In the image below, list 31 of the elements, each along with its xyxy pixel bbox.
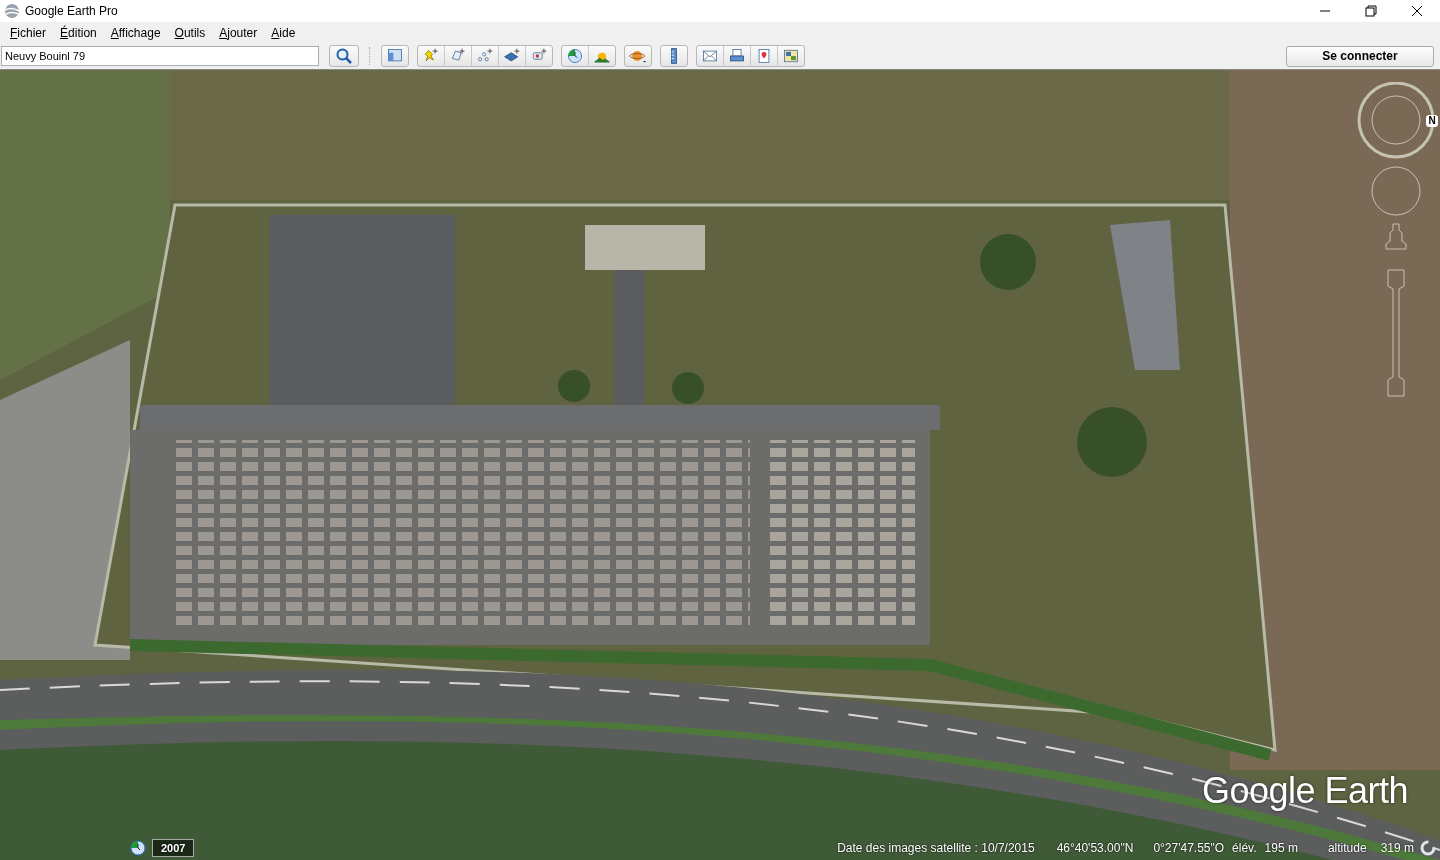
- search-icon: [335, 47, 353, 66]
- elevation-label: élév.: [1232, 841, 1257, 855]
- historical-imagery-icon[interactable]: [130, 840, 146, 856]
- sign-in-button[interactable]: Se connecter: [1286, 45, 1434, 67]
- altitude-text: 319 m: [1380, 841, 1414, 855]
- longitude-text: 0°27'47.55"O: [1153, 841, 1225, 855]
- clock-icon[interactable]: [566, 47, 584, 66]
- altitude-label: altitude: [1327, 841, 1367, 855]
- elevation-text: 195 m: [1264, 841, 1298, 855]
- menu-item[interactable]: Affichage: [103, 24, 168, 42]
- street-view-icon[interactable]: [1385, 223, 1407, 250]
- app-logo-icon: [4, 3, 20, 19]
- zoom-slider-icon[interactable]: [1387, 269, 1405, 397]
- imagery-date-text: Date des images satellite : 10/7/2015: [837, 841, 1035, 855]
- logo-text: Google Earth: [1202, 769, 1409, 812]
- menu-item[interactable]: Outils: [167, 24, 213, 42]
- historical-year-label[interactable]: 2007: [152, 839, 195, 857]
- loading-spinner-icon: [1420, 840, 1436, 856]
- restore-icon[interactable]: [1365, 5, 1377, 17]
- look-joystick-icon[interactable]: [1357, 81, 1435, 159]
- move-joystick-icon[interactable]: [1371, 166, 1421, 216]
- latitude-text: 46°40'53.00"N: [1056, 841, 1134, 855]
- menu-item[interactable]: Ajouter: [212, 24, 265, 42]
- menu-item[interactable]: Fichier: [3, 24, 54, 42]
- window-title: Google Earth Pro: [25, 4, 119, 18]
- map-pin-icon[interactable]: [755, 47, 773, 66]
- search-field[interactable]: Neuvy Bouinl 79: [1, 46, 319, 67]
- close-icon[interactable]: [1411, 5, 1423, 17]
- menu-item[interactable]: Aide: [264, 24, 303, 42]
- satellite-map-drawing[interactable]: [0, 69, 1440, 860]
- menu-item[interactable]: Édition: [53, 24, 104, 42]
